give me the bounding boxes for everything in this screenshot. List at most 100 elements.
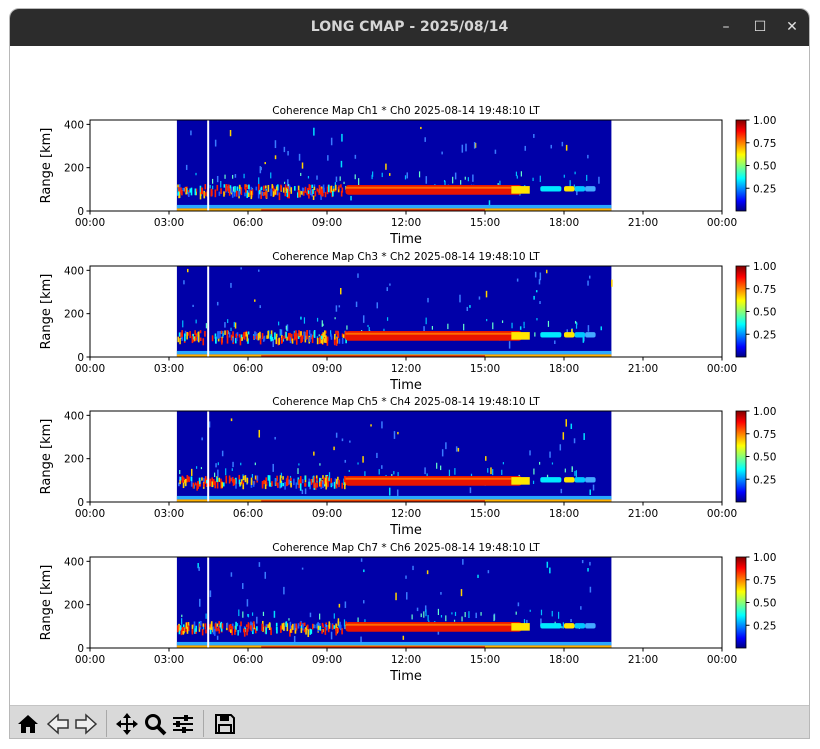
heatmap-echo: [307, 190, 310, 194]
heatmap-speckle: [580, 606, 582, 610]
heatmap-speckle: [466, 306, 469, 311]
heatmap-echo: [263, 185, 265, 191]
heatmap-echo: [210, 625, 213, 630]
x-tick-label: 09:00: [312, 654, 342, 666]
heatmap-speckle: [233, 321, 235, 327]
colorbar-tick-label: 0.75: [753, 138, 776, 150]
heatmap-speckle: [563, 174, 565, 178]
navigation-toolbar: [10, 705, 809, 738]
title-bar[interactable]: LONG CMAP - 2025/08/14 – ☐ ✕: [10, 9, 809, 46]
heatmap-speckle: [335, 432, 338, 438]
heatmap-echo: [270, 188, 272, 197]
home-button[interactable]: [14, 710, 41, 737]
heatmap-echo: [261, 623, 263, 631]
heatmap-speckle: [600, 326, 603, 331]
heatmap-echo: [231, 190, 234, 198]
x-axis-label: Time: [389, 669, 422, 684]
heatmap-speckle: [338, 603, 341, 608]
close-button[interactable]: ✕: [782, 17, 802, 37]
configure-subplots-button[interactable]: [169, 710, 196, 737]
heatmap-echo: [334, 184, 337, 191]
zoom-button[interactable]: [141, 710, 168, 737]
heatmap-echo: [261, 481, 264, 489]
heatmap-speckle: [339, 176, 341, 181]
heatmap-speckle: [427, 614, 429, 621]
heatmap-echo: [271, 481, 273, 487]
heatmap-speckle: [209, 185, 211, 189]
heatmap-echo-trail: [574, 186, 586, 192]
minimize-button[interactable]: –: [716, 17, 736, 37]
heatmap-speckle: [508, 341, 511, 349]
heatmap-echo: [270, 334, 272, 342]
heatmap-speckle: [343, 619, 346, 627]
heatmap-echo: [340, 184, 342, 188]
heatmap-speckle: [259, 305, 261, 309]
heatmap-echo: [187, 476, 189, 481]
heatmap-echo: [279, 475, 282, 483]
heatmap-speckle: [224, 322, 226, 328]
heatmap-speckle: [486, 318, 488, 322]
heatmap-speckle: [285, 325, 287, 330]
heatmap-speckle: [371, 174, 373, 180]
x-tick-label: 03:00: [154, 508, 184, 520]
heatmap-echo: [313, 330, 316, 338]
heatmap-echo: [210, 188, 213, 197]
back-button[interactable]: [44, 710, 71, 737]
heatmap-echo: [214, 481, 216, 489]
heatmap-speckle: [440, 615, 443, 618]
heatmap-echo: [220, 330, 223, 334]
heatmap-speckle: [381, 421, 383, 429]
heatmap-echo: [226, 622, 228, 628]
heatmap-echo: [300, 627, 303, 633]
heatmap-speckle: [411, 614, 413, 620]
heatmap-echo: [190, 476, 193, 481]
heatmap-speckle: [221, 450, 224, 457]
y-tick-label: 200: [64, 309, 84, 321]
heatmap-speckle: [376, 302, 379, 309]
maximize-button[interactable]: ☐: [750, 17, 770, 37]
heatmap-speckle: [243, 173, 245, 179]
heatmap-echo: [194, 330, 196, 336]
save-button[interactable]: [211, 710, 238, 737]
heatmap-speckle: [427, 297, 429, 303]
heatmap-speckle: [395, 592, 397, 601]
heatmap-echo-trail: [540, 332, 562, 338]
heatmap-speckle: [283, 181, 286, 184]
toolbar-separator: [106, 710, 107, 737]
heatmap-echo: [324, 627, 327, 635]
figure-canvas[interactable]: Coherence Map Ch1 * Ch0 2025-08-14 19:48…: [10, 46, 809, 703]
heatmap-echo: [260, 186, 263, 191]
heatmap-speckle: [515, 611, 517, 615]
heatmap-echo: [275, 333, 278, 338]
y-tick-label: 0: [77, 643, 84, 655]
heatmap-echo: [324, 191, 327, 198]
heatmap-speckle: [309, 612, 312, 618]
heatmap-echo: [228, 332, 231, 338]
heatmap-speckle: [423, 611, 425, 618]
x-tick-label: 15:00: [470, 508, 500, 520]
heatmap-speckle: [386, 287, 389, 292]
back-icon: [46, 712, 69, 735]
heatmap-speckle: [573, 184, 575, 188]
heatmap-echo: [339, 621, 341, 629]
heatmap-speckle: [440, 592, 442, 595]
heatmap-speckle: [554, 340, 556, 344]
heatmap-echo: [270, 627, 272, 636]
pan-button[interactable]: [113, 710, 140, 737]
heatmap-speckle: [473, 142, 476, 149]
heatmap-echo: [234, 186, 236, 193]
heatmap-speckle: [437, 608, 440, 616]
heatmap-echo: [200, 187, 203, 195]
heatmap-echo: [188, 191, 190, 197]
colorbar-tick-label: 0.25: [753, 183, 776, 195]
heatmap-echo: [214, 189, 217, 198]
forward-button[interactable]: [72, 710, 99, 737]
heatmap-speckle: [322, 323, 324, 327]
heatmap-speckle: [523, 326, 525, 329]
heatmap-echo: [340, 190, 343, 197]
heatmap-speckle: [264, 571, 267, 579]
heatmap-echo: [304, 483, 307, 487]
heatmap-echo: [256, 475, 259, 481]
heatmap-echo: [292, 623, 294, 630]
heatmap-speckle: [502, 462, 504, 465]
